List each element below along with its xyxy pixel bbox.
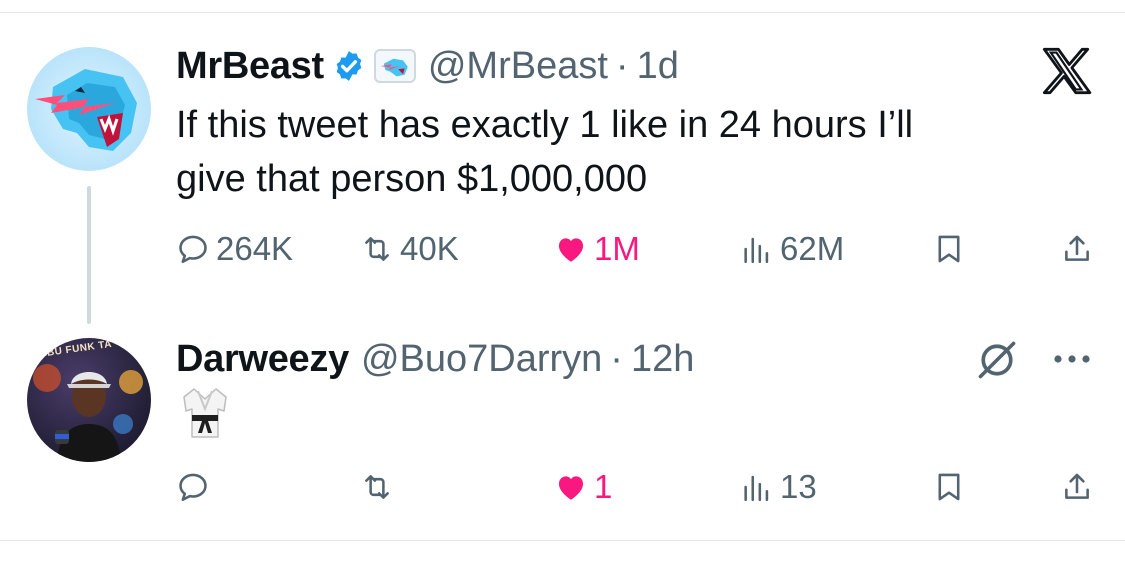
repost-count: 40K <box>400 230 459 267</box>
timestamp[interactable]: 12h <box>631 338 694 381</box>
like-button[interactable]: 1 <box>554 464 612 510</box>
heart-icon <box>558 476 584 500</box>
share-button[interactable] <box>1060 226 1094 272</box>
bookmark-button[interactable] <box>932 464 966 510</box>
repost-icon <box>365 475 389 499</box>
timestamp[interactable]: 1d <box>637 45 679 88</box>
repost-button[interactable]: 40K <box>360 226 459 272</box>
avatar-darweezy[interactable]: LIBU FUNK TA <box>27 338 151 462</box>
affiliate-badge[interactable] <box>373 49 416 83</box>
share-icon <box>1065 473 1089 499</box>
avatar-mrbeast[interactable] <box>27 47 151 171</box>
panther-logo-icon <box>380 58 408 77</box>
bottom-divider <box>0 540 1125 541</box>
more-icon[interactable] <box>1050 344 1094 374</box>
views-icon <box>744 475 769 502</box>
bookmark-button[interactable] <box>932 226 966 272</box>
heart-icon <box>558 238 584 262</box>
martial-arts-uniform-emoji <box>183 388 227 438</box>
like-count: 1 <box>594 468 613 505</box>
repost-icon <box>365 237 389 261</box>
action-bar: 1 13 <box>176 464 1096 510</box>
views-icon <box>744 237 769 264</box>
separator-dot: · <box>610 337 623 380</box>
tweet-text: If this tweet has exactly 1 like in 24 h… <box>176 98 1056 206</box>
handle[interactable]: @MrBeast <box>428 45 608 88</box>
thread-connector-line <box>87 186 91 324</box>
reply-icon <box>179 235 207 264</box>
reply-count: 264K <box>216 230 294 267</box>
bookmark-icon <box>938 473 960 501</box>
share-button[interactable] <box>1060 464 1094 510</box>
like-button[interactable]: 1M <box>554 226 640 272</box>
tweet-text-line: If this tweet has exactly 1 like in 24 h… <box>176 104 914 146</box>
verified-badge-icon[interactable] <box>332 49 366 83</box>
panther-logo-icon <box>35 69 137 151</box>
action-bar: 264K 40K 1M 62M <box>176 226 1096 272</box>
reply-button[interactable] <box>176 464 216 510</box>
x-logo-icon[interactable] <box>1040 45 1092 97</box>
tweet-text-line: give that person $1,000,000 <box>176 158 648 200</box>
handle[interactable]: @Buo7Darryn <box>361 338 602 381</box>
views-button[interactable]: 62M <box>740 226 844 272</box>
top-divider <box>0 12 1125 13</box>
views-count: 62M <box>780 230 845 267</box>
bookmark-icon <box>938 235 960 263</box>
display-name[interactable]: MrBeast <box>176 45 324 88</box>
share-icon <box>1065 235 1089 261</box>
like-count: 1M <box>594 230 640 267</box>
views-count: 13 <box>780 468 817 505</box>
reply-header: Darweezy @Buo7Darryn · 12h <box>176 333 694 385</box>
reply-icon <box>179 473 207 502</box>
reply-button[interactable]: 264K <box>176 226 293 272</box>
repost-button[interactable] <box>360 464 400 510</box>
separator-dot: · <box>615 44 629 87</box>
tweet-header: MrBeast @MrBeast · 1d <box>176 40 679 92</box>
display-name[interactable]: Darweezy <box>176 338 349 381</box>
mute-conversation-icon[interactable] <box>975 338 1019 382</box>
views-button[interactable]: 13 <box>740 464 817 510</box>
